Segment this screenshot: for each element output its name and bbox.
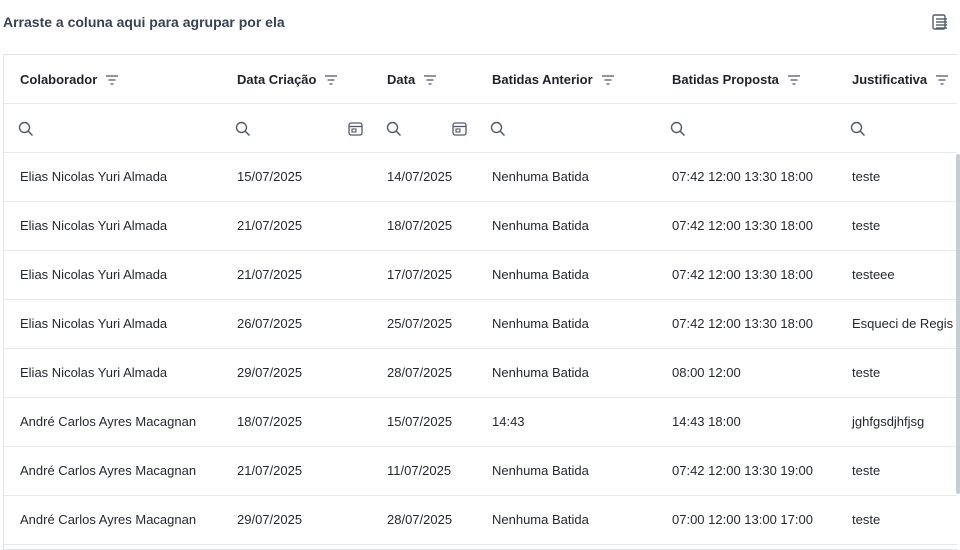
cell-colaborador: Elias Nicolas Yuri Almada bbox=[20, 267, 168, 282]
cell-data-criacao: 29/07/2025 bbox=[237, 365, 303, 380]
cell-data: 28/07/2025 bbox=[387, 365, 453, 380]
cell-batidas-anterior: Nenhuma Batida bbox=[492, 365, 589, 380]
column-chooser-icon[interactable] bbox=[930, 12, 950, 32]
search-icon[interactable] bbox=[670, 121, 686, 137]
cell-justificativa: testeee bbox=[852, 267, 895, 282]
cell-data: 18/07/2025 bbox=[387, 218, 453, 233]
column-header-label: Batidas Anterior bbox=[492, 71, 593, 87]
column-header-data[interactable]: Data bbox=[371, 55, 476, 103]
cell-data: 15/07/2025 bbox=[387, 414, 453, 429]
cell-batidas-anterior: Nenhuma Batida bbox=[492, 463, 589, 478]
data-grid: Colaborador Data Criação Data Batidas An… bbox=[3, 54, 957, 550]
table-row[interactable]: Elias Nicolas Yuri Almada 26/07/2025 25/… bbox=[4, 300, 957, 349]
cell-data-criacao: 26/07/2025 bbox=[237, 316, 303, 331]
filter-row bbox=[4, 104, 957, 153]
cell-colaborador: André Carlos Ayres Macagnan bbox=[20, 414, 197, 429]
calendar-icon[interactable] bbox=[348, 121, 363, 136]
group-panel[interactable]: Arraste a coluna aqui para agrupar por e… bbox=[0, 0, 960, 44]
search-icon[interactable] bbox=[850, 121, 866, 137]
cell-justificativa: teste bbox=[852, 512, 881, 527]
table-row[interactable]: Elias Nicolas Yuri Almada 21/07/2025 17/… bbox=[4, 251, 957, 300]
column-header-batidas-anterior[interactable]: Batidas Anterior bbox=[476, 55, 656, 103]
cell-colaborador: Elias Nicolas Yuri Almada bbox=[20, 316, 168, 331]
cell-batidas-anterior: Nenhuma Batida bbox=[492, 218, 589, 233]
cell-colaborador: Elias Nicolas Yuri Almada bbox=[20, 169, 168, 184]
cell-data: 28/07/2025 bbox=[387, 512, 453, 527]
cell-batidas-proposta: 07:42 12:00 13:30 19:00 bbox=[672, 463, 813, 478]
filter-lines-icon[interactable] bbox=[105, 74, 119, 86]
table-row[interactable]: Elias Nicolas Yuri Almada 29/07/2025 28/… bbox=[4, 349, 957, 398]
column-header-colaborador[interactable]: Colaborador bbox=[4, 55, 221, 103]
vertical-scrollbar[interactable] bbox=[956, 154, 960, 494]
search-icon[interactable] bbox=[490, 121, 506, 137]
cell-colaborador: Elias Nicolas Yuri Almada bbox=[20, 365, 168, 380]
cell-batidas-proposta: 07:00 12:00 13:00 17:00 bbox=[672, 512, 813, 527]
cell-colaborador: André Carlos Ayres Macagnan bbox=[20, 512, 197, 527]
cell-data: 17/07/2025 bbox=[387, 267, 453, 282]
cell-justificativa: teste bbox=[852, 365, 881, 380]
column-header-label: Justificativa bbox=[852, 71, 928, 87]
cell-data: 11/07/2025 bbox=[387, 463, 452, 478]
cell-data-criacao: 21/07/2025 bbox=[237, 218, 303, 233]
cell-justificativa: Esqueci de Regis bbox=[852, 316, 954, 331]
cell-batidas-proposta: 07:42 12:00 13:30 18:00 bbox=[672, 218, 813, 233]
cell-batidas-anterior: Nenhuma Batida bbox=[492, 169, 589, 184]
cell-data-criacao: 15/07/2025 bbox=[237, 169, 303, 184]
cell-justificativa: teste bbox=[852, 169, 881, 184]
table-row[interactable]: André Carlos Ayres Macagnan 18/07/2025 1… bbox=[4, 398, 957, 447]
table-row[interactable]: Elias Nicolas Yuri Almada 21/07/2025 18/… bbox=[4, 202, 957, 251]
filter-lines-icon[interactable] bbox=[935, 74, 949, 86]
column-header-label: Colaborador bbox=[20, 71, 98, 87]
cell-batidas-proposta: 07:42 12:00 13:30 18:00 bbox=[672, 267, 813, 282]
cell-batidas-proposta: 07:42 12:00 13:30 18:00 bbox=[672, 169, 813, 184]
cell-data: 14/07/2025 bbox=[387, 169, 453, 184]
column-header-label: Data bbox=[387, 71, 416, 87]
cell-colaborador: André Carlos Ayres Macagnan bbox=[20, 463, 197, 478]
cell-data-criacao: 18/07/2025 bbox=[237, 414, 303, 429]
cell-justificativa: teste bbox=[852, 218, 881, 233]
cell-data-criacao: 29/07/2025 bbox=[237, 512, 303, 527]
search-icon[interactable] bbox=[386, 121, 402, 137]
cell-batidas-proposta: 07:42 12:00 13:30 18:00 bbox=[672, 316, 813, 331]
cell-data-criacao: 21/07/2025 bbox=[237, 463, 303, 478]
filter-lines-icon[interactable] bbox=[787, 74, 801, 86]
search-icon[interactable] bbox=[18, 121, 34, 137]
calendar-icon[interactable] bbox=[452, 121, 467, 136]
table-row[interactable]: André Carlos Ayres Macagnan 21/07/2025 1… bbox=[4, 447, 957, 496]
cell-justificativa: teste bbox=[852, 463, 881, 478]
column-header-label: Data Criação bbox=[237, 71, 317, 87]
cell-data-criacao: 21/07/2025 bbox=[237, 267, 303, 282]
filter-lines-icon[interactable] bbox=[324, 74, 338, 86]
cell-data: 25/07/2025 bbox=[387, 316, 453, 331]
cell-justificativa: jghfgsdjhfjsg bbox=[852, 414, 925, 429]
search-icon[interactable] bbox=[235, 121, 251, 137]
group-panel-text: Arraste a coluna aqui para agrupar por e… bbox=[3, 14, 285, 30]
column-header-batidas-proposta[interactable]: Batidas Proposta bbox=[656, 55, 836, 103]
filter-lines-icon[interactable] bbox=[423, 74, 437, 86]
cell-batidas-proposta: 14:43 18:00 bbox=[672, 414, 741, 429]
cell-batidas-anterior: Nenhuma Batida bbox=[492, 267, 589, 282]
header-row: Colaborador Data Criação Data Batidas An… bbox=[4, 55, 957, 104]
cell-batidas-anterior: 14:43 bbox=[492, 414, 525, 429]
cell-batidas-proposta: 08:00 12:00 bbox=[672, 365, 741, 380]
table-row[interactable]: Elias Nicolas Yuri Almada 15/07/2025 14/… bbox=[4, 153, 957, 202]
cell-batidas-anterior: Nenhuma Batida bbox=[492, 512, 589, 527]
cell-batidas-anterior: Nenhuma Batida bbox=[492, 316, 589, 331]
column-header-justificativa[interactable]: Justificativa bbox=[836, 55, 957, 103]
table-row[interactable]: André Carlos Ayres Macagnan 29/07/2025 2… bbox=[4, 496, 957, 545]
cell-colaborador: Elias Nicolas Yuri Almada bbox=[20, 218, 168, 233]
filter-lines-icon[interactable] bbox=[601, 74, 615, 86]
column-header-label: Batidas Proposta bbox=[672, 71, 779, 87]
column-header-data-criacao[interactable]: Data Criação bbox=[221, 55, 371, 103]
